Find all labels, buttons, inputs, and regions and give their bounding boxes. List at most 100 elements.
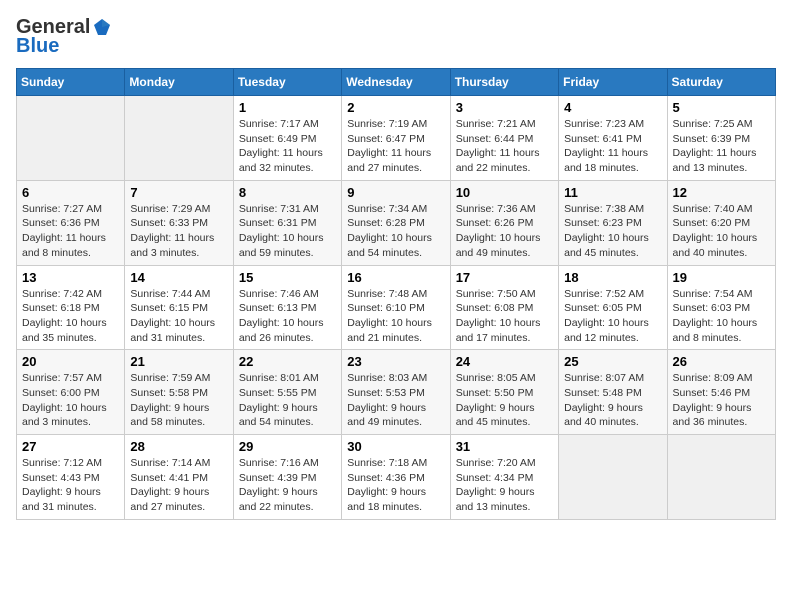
calendar-cell: 4Sunrise: 7:23 AM Sunset: 6:41 PM Daylig… bbox=[559, 96, 667, 181]
day-number: 15 bbox=[239, 270, 336, 285]
week-row-2: 6Sunrise: 7:27 AM Sunset: 6:36 PM Daylig… bbox=[17, 180, 776, 265]
day-detail: Sunrise: 7:19 AM Sunset: 6:47 PM Dayligh… bbox=[347, 117, 444, 176]
day-detail: Sunrise: 7:25 AM Sunset: 6:39 PM Dayligh… bbox=[673, 117, 770, 176]
day-detail: Sunrise: 7:21 AM Sunset: 6:44 PM Dayligh… bbox=[456, 117, 553, 176]
day-detail: Sunrise: 8:09 AM Sunset: 5:46 PM Dayligh… bbox=[673, 371, 770, 430]
calendar-cell: 2 Sunrise: 7:19 AM Sunset: 6:47 PM Daylig… bbox=[342, 96, 450, 181]
calendar-cell: 30 Sunrise: 7:18 AM Sunset: 4:36 PM Dayli… bbox=[342, 435, 450, 520]
day-number: 7 bbox=[130, 185, 227, 200]
day-detail: Sunrise: 7:36 AM Sunset: 6:26 PM Dayligh… bbox=[456, 202, 553, 261]
page-header: General Blue bbox=[16, 16, 776, 58]
day-detail: Sunrise: 8:05 AM Sunset: 5:50 PM Dayligh… bbox=[456, 371, 553, 430]
calendar-cell: 19 Sunrise: 7:54 AM Sunset: 6:03 PM Dayli… bbox=[667, 265, 775, 350]
logo-blue-text: Blue bbox=[16, 35, 59, 58]
calendar-cell: 17Sunrise: 7:50 AM Sunset: 6:08 PM Dayli… bbox=[450, 265, 558, 350]
day-number: 13 bbox=[22, 270, 119, 285]
day-detail: Sunrise: 8:03 AM Sunset: 5:53 PM Dayligh… bbox=[347, 371, 444, 430]
calendar-cell: 5 Sunrise: 7:25 AM Sunset: 6:39 PM Daylig… bbox=[667, 96, 775, 181]
day-number: 30 bbox=[347, 439, 444, 454]
day-detail: Sunrise: 8:07 AM Sunset: 5:48 PM Dayligh… bbox=[564, 371, 661, 430]
calendar-cell: 14 Sunrise: 7:44 AM Sunset: 6:15 PM Dayli… bbox=[125, 265, 233, 350]
day-header-saturday: Saturday bbox=[667, 69, 775, 96]
calendar-cell: 23 Sunrise: 8:03 AM Sunset: 5:53 PM Dayli… bbox=[342, 350, 450, 435]
day-number: 22 bbox=[239, 354, 336, 369]
day-detail: Sunrise: 7:34 AM Sunset: 6:28 PM Dayligh… bbox=[347, 202, 444, 261]
calendar-cell: 16Sunrise: 7:48 AM Sunset: 6:10 PM Dayli… bbox=[342, 265, 450, 350]
day-detail: Sunrise: 7:44 AM Sunset: 6:15 PM Dayligh… bbox=[130, 287, 227, 346]
day-detail: Sunrise: 7:31 AM Sunset: 6:31 PM Dayligh… bbox=[239, 202, 336, 261]
day-detail: Sunrise: 7:12 AM Sunset: 4:43 PM Dayligh… bbox=[22, 456, 119, 515]
calendar-cell: 8 Sunrise: 7:31 AM Sunset: 6:31 PM Daylig… bbox=[233, 180, 341, 265]
calendar-cell: 18Sunrise: 7:52 AM Sunset: 6:05 PM Dayli… bbox=[559, 265, 667, 350]
day-header-monday: Monday bbox=[125, 69, 233, 96]
day-number: 23 bbox=[347, 354, 444, 369]
day-detail: Sunrise: 7:54 AM Sunset: 6:03 PM Dayligh… bbox=[673, 287, 770, 346]
day-number: 29 bbox=[239, 439, 336, 454]
calendar-cell: 9 Sunrise: 7:34 AM Sunset: 6:28 PM Daylig… bbox=[342, 180, 450, 265]
day-number: 18 bbox=[564, 270, 661, 285]
day-detail: Sunrise: 7:57 AM Sunset: 6:00 PM Dayligh… bbox=[22, 371, 119, 430]
calendar-cell: 25 Sunrise: 8:07 AM Sunset: 5:48 PM Dayli… bbox=[559, 350, 667, 435]
day-number: 6 bbox=[22, 185, 119, 200]
day-header-thursday: Thursday bbox=[450, 69, 558, 96]
calendar-cell: 24 Sunrise: 8:05 AM Sunset: 5:50 PM Dayli… bbox=[450, 350, 558, 435]
calendar-cell bbox=[17, 96, 125, 181]
day-detail: Sunrise: 7:42 AM Sunset: 6:18 PM Dayligh… bbox=[22, 287, 119, 346]
day-number: 14 bbox=[130, 270, 227, 285]
day-number: 19 bbox=[673, 270, 770, 285]
day-number: 10 bbox=[456, 185, 553, 200]
day-header-wednesday: Wednesday bbox=[342, 69, 450, 96]
calendar-cell bbox=[667, 435, 775, 520]
calendar-cell: 22 Sunrise: 8:01 AM Sunset: 5:55 PM Dayli… bbox=[233, 350, 341, 435]
calendar-cell: 26 Sunrise: 8:09 AM Sunset: 5:46 PM Dayli… bbox=[667, 350, 775, 435]
day-detail: Sunrise: 7:17 AM Sunset: 6:49 PM Dayligh… bbox=[239, 117, 336, 176]
calendar-header-row: SundayMondayTuesdayWednesdayThursdayFrid… bbox=[17, 69, 776, 96]
day-detail: Sunrise: 7:40 AM Sunset: 6:20 PM Dayligh… bbox=[673, 202, 770, 261]
day-number: 4 bbox=[564, 100, 661, 115]
day-detail: Sunrise: 7:16 AM Sunset: 4:39 PM Dayligh… bbox=[239, 456, 336, 515]
day-number: 31 bbox=[456, 439, 553, 454]
day-number: 27 bbox=[22, 439, 119, 454]
day-detail: Sunrise: 7:59 AM Sunset: 5:58 PM Dayligh… bbox=[130, 371, 227, 430]
day-number: 26 bbox=[673, 354, 770, 369]
day-detail: Sunrise: 7:20 AM Sunset: 4:34 PM Dayligh… bbox=[456, 456, 553, 515]
logo: General Blue bbox=[16, 16, 112, 58]
day-number: 5 bbox=[673, 100, 770, 115]
calendar-cell: 29 Sunrise: 7:16 AM Sunset: 4:39 PM Dayli… bbox=[233, 435, 341, 520]
day-detail: Sunrise: 7:50 AM Sunset: 6:08 PM Dayligh… bbox=[456, 287, 553, 346]
day-detail: Sunrise: 8:01 AM Sunset: 5:55 PM Dayligh… bbox=[239, 371, 336, 430]
week-row-3: 13 Sunrise: 7:42 AM Sunset: 6:18 PM Dayli… bbox=[17, 265, 776, 350]
calendar-cell: 28Sunrise: 7:14 AM Sunset: 4:41 PM Dayli… bbox=[125, 435, 233, 520]
calendar-table: SundayMondayTuesdayWednesdayThursdayFrid… bbox=[16, 68, 776, 520]
calendar-cell: 27 Sunrise: 7:12 AM Sunset: 4:43 PM Dayli… bbox=[17, 435, 125, 520]
day-detail: Sunrise: 7:38 AM Sunset: 6:23 PM Dayligh… bbox=[564, 202, 661, 261]
calendar-cell bbox=[559, 435, 667, 520]
week-row-1: 1 Sunrise: 7:17 AM Sunset: 6:49 PM Daylig… bbox=[17, 96, 776, 181]
calendar-cell: 13 Sunrise: 7:42 AM Sunset: 6:18 PM Dayli… bbox=[17, 265, 125, 350]
calendar-cell: 12 Sunrise: 7:40 AM Sunset: 6:20 PM Dayli… bbox=[667, 180, 775, 265]
day-header-tuesday: Tuesday bbox=[233, 69, 341, 96]
calendar-cell: 1 Sunrise: 7:17 AM Sunset: 6:49 PM Daylig… bbox=[233, 96, 341, 181]
day-number: 25 bbox=[564, 354, 661, 369]
calendar-cell: 15 Sunrise: 7:46 AM Sunset: 6:13 PM Dayli… bbox=[233, 265, 341, 350]
day-number: 16 bbox=[347, 270, 444, 285]
day-detail: Sunrise: 7:18 AM Sunset: 4:36 PM Dayligh… bbox=[347, 456, 444, 515]
day-detail: Sunrise: 7:29 AM Sunset: 6:33 PM Dayligh… bbox=[130, 202, 227, 261]
day-number: 8 bbox=[239, 185, 336, 200]
day-number: 2 bbox=[347, 100, 444, 115]
day-detail: Sunrise: 7:46 AM Sunset: 6:13 PM Dayligh… bbox=[239, 287, 336, 346]
day-number: 24 bbox=[456, 354, 553, 369]
day-number: 9 bbox=[347, 185, 444, 200]
week-row-5: 27 Sunrise: 7:12 AM Sunset: 4:43 PM Dayli… bbox=[17, 435, 776, 520]
day-number: 12 bbox=[673, 185, 770, 200]
day-header-friday: Friday bbox=[559, 69, 667, 96]
day-number: 3 bbox=[456, 100, 553, 115]
logo-flag-icon bbox=[92, 17, 112, 37]
day-number: 11 bbox=[564, 185, 661, 200]
day-header-sunday: Sunday bbox=[17, 69, 125, 96]
day-number: 20 bbox=[22, 354, 119, 369]
calendar-cell: 31 Sunrise: 7:20 AM Sunset: 4:34 PM Dayli… bbox=[450, 435, 558, 520]
calendar-cell: 10 Sunrise: 7:36 AM Sunset: 6:26 PM Dayli… bbox=[450, 180, 558, 265]
day-number: 1 bbox=[239, 100, 336, 115]
calendar-cell: 3 Sunrise: 7:21 AM Sunset: 6:44 PM Daylig… bbox=[450, 96, 558, 181]
